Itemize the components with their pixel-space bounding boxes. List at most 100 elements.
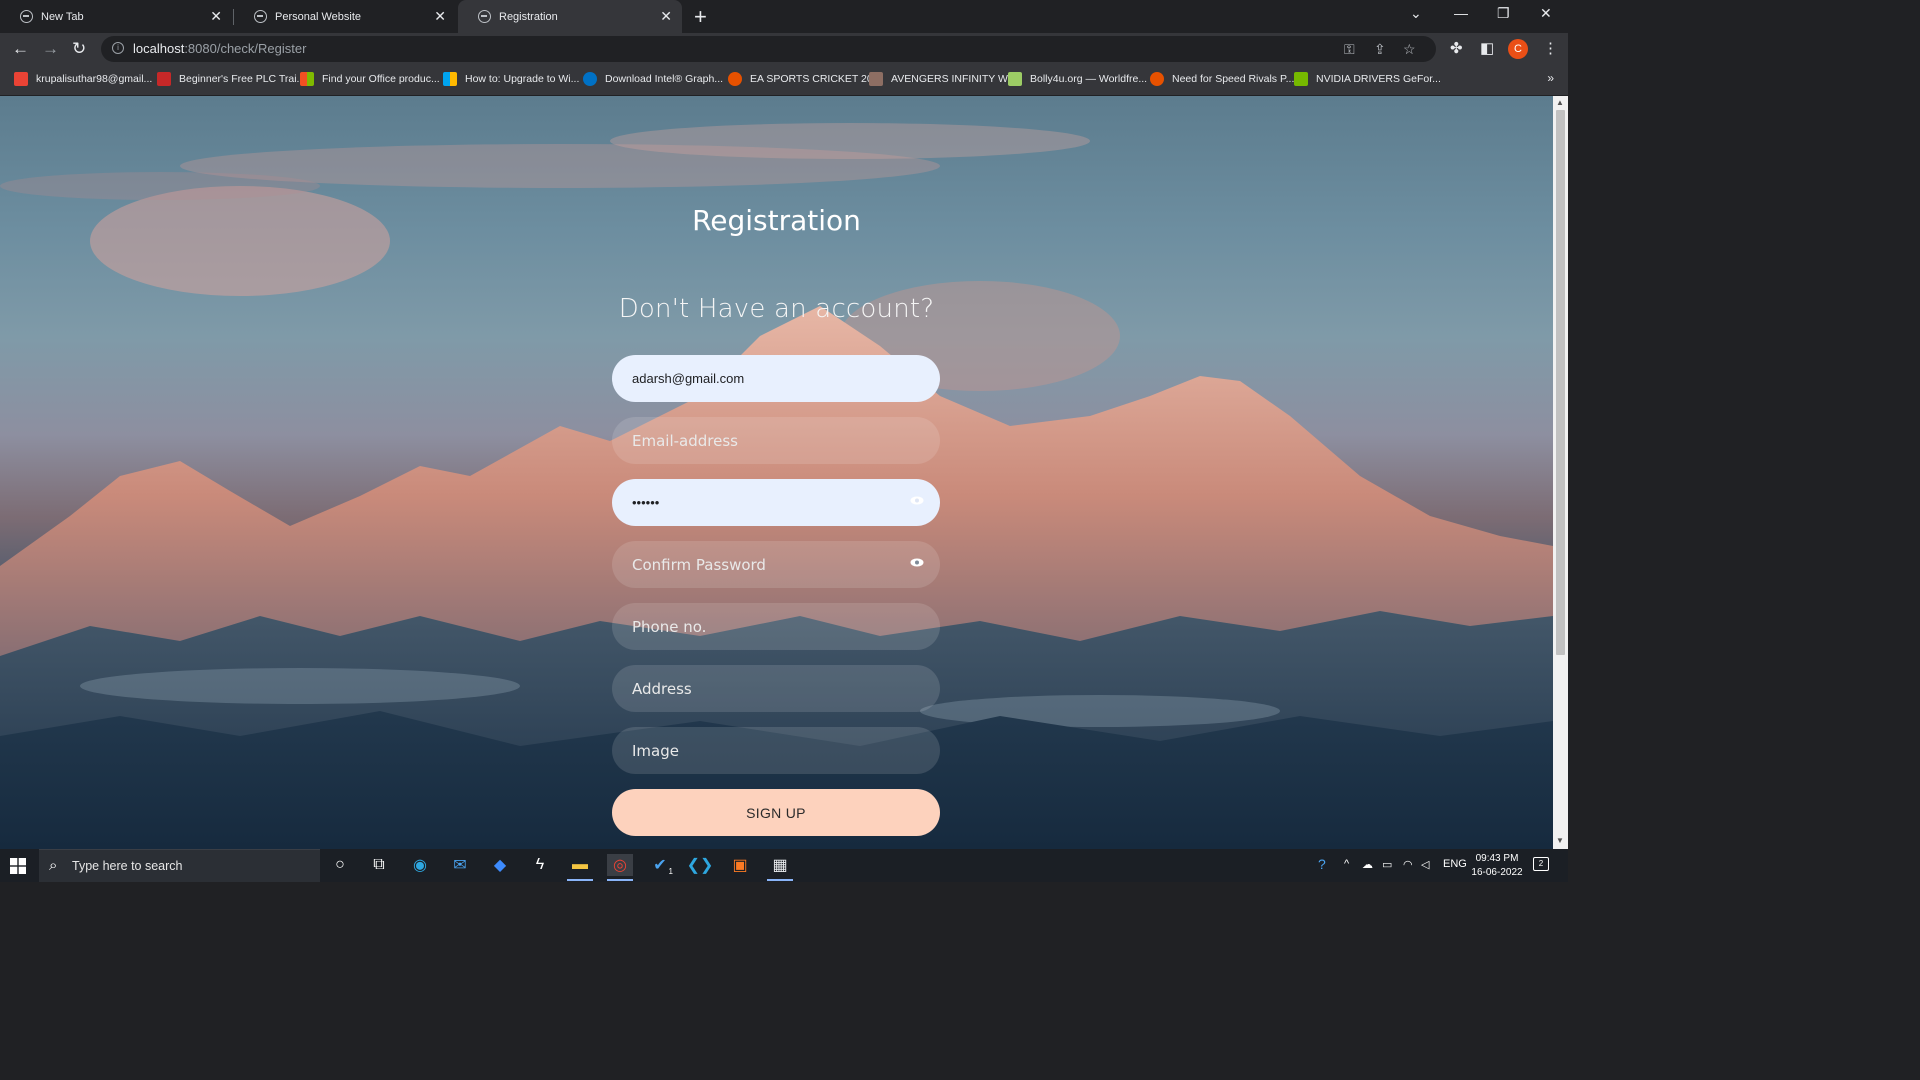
chrome-icon [20, 10, 33, 23]
task-view-icon[interactable]: ⧉ [366, 854, 392, 876]
image-field[interactable]: Image [612, 727, 940, 774]
edge-icon[interactable]: ◉ [407, 854, 433, 876]
bookmark-item[interactable]: NVIDIA DRIVERS GeFor... [1294, 72, 1441, 86]
settings-app-icon[interactable]: ▦ [767, 854, 793, 881]
app-icon[interactable]: ϟ [527, 854, 553, 876]
forward-icon[interactable]: → [42, 39, 59, 59]
language-indicator[interactable]: ENG [1443, 858, 1467, 870]
email-field[interactable]: Email-address [612, 417, 940, 464]
close-icon[interactable]: ✕ [660, 8, 672, 25]
bookmark-item[interactable]: Bolly4u.org — Worldfre... [1008, 72, 1147, 86]
bookmark-item[interactable]: EA SPORTS CRICKET 20... [728, 72, 882, 86]
scroll-down-icon[interactable]: ▼ [1556, 836, 1564, 845]
phone-field[interactable]: Phone no. [612, 603, 940, 650]
key-icon[interactable]: ⚿ [1344, 41, 1355, 58]
globe-icon [254, 10, 267, 23]
extensions-icon[interactable]: ✤ [1450, 39, 1463, 57]
star-icon[interactable]: ☆ [1403, 41, 1416, 58]
new-tab-button[interactable]: + [694, 4, 707, 30]
chrome-taskbar-icon[interactable]: ◎ [607, 854, 633, 881]
bookmark-item[interactable]: Beginner's Free PLC Trai... [157, 72, 305, 86]
plc-icon [157, 72, 171, 86]
address-field[interactable]: Address [612, 665, 940, 712]
volume-icon[interactable]: ◁ [1421, 858, 1429, 871]
vscode-icon[interactable]: ❮❯ [687, 854, 714, 876]
url-text[interactable]: localhost:8080/check/Register [133, 41, 306, 56]
more-bookmarks-icon[interactable]: » [1547, 71, 1554, 85]
back-icon[interactable]: ← [12, 39, 29, 59]
game-icon [728, 72, 742, 86]
tab-title: Registration [499, 10, 558, 23]
minimize-icon[interactable]: — [1454, 5, 1468, 21]
tab-strip: New Tab ✕ Personal Website ✕ Registratio… [0, 0, 1568, 33]
hd-icon [869, 72, 883, 86]
tab-registration[interactable]: Registration ✕ [458, 0, 682, 33]
intel-icon [583, 72, 597, 86]
browser-toolbar: ← → ↻ i localhost:8080/check/Register ⚿ … [0, 33, 1568, 65]
search-placeholder: Type here to search [72, 859, 183, 873]
search-icon: ⌕ [49, 857, 58, 874]
battery-icon[interactable]: ▭ [1382, 858, 1392, 871]
taskbar-search[interactable]: ⌕ Type here to search [39, 849, 320, 882]
password-field[interactable]: •••••• [612, 479, 940, 526]
window-close-icon[interactable]: ✕ [1540, 5, 1552, 22]
tab-new-tab[interactable]: New Tab ✕ [0, 0, 232, 33]
clock[interactable]: 09:43 PM 16-06-2022 [1466, 852, 1528, 880]
windows-start-icon[interactable] [10, 858, 26, 874]
wifi-icon[interactable]: ◠ [1403, 858, 1413, 871]
bookmarks-bar: krupalisuthar98@gmail... Beginner's Free… [0, 65, 1568, 96]
file-explorer-icon[interactable]: ▬ [567, 854, 593, 881]
windows-taskbar: ⌕ Type here to search ○ ⧉ ◉ ✉ ◆ ϟ ▬ ◎ ✔ 1… [0, 849, 1568, 882]
onedrive-icon[interactable]: ☁ [1362, 858, 1373, 871]
clock-date: 16-06-2022 [1471, 867, 1523, 878]
subtitle: Don't Have an account? [618, 294, 935, 324]
game-icon [1150, 72, 1164, 86]
page-scrollbar[interactable]: ▲ ▼ [1553, 96, 1568, 849]
address-bar[interactable]: i localhost:8080/check/Register ⚿ ⇪ ☆ [101, 36, 1436, 62]
eye-icon[interactable] [910, 558, 924, 567]
globe-icon [478, 10, 491, 23]
tab-title: New Tab [41, 10, 84, 23]
close-icon[interactable]: ✕ [434, 8, 446, 25]
confirm-password-field[interactable]: Confirm Password [612, 541, 940, 588]
password-dots: •••••• [632, 495, 660, 510]
microsoft-icon [443, 72, 457, 86]
bookmark-item[interactable]: AVENGERS INFINITY W... [869, 72, 1016, 86]
bookmark-item[interactable]: Need for Speed Rivals P... [1150, 72, 1294, 86]
tab-title: Personal Website [275, 10, 362, 23]
confirm-password-placeholder: Confirm Password [632, 555, 766, 574]
page-viewport: Registration Don't Have an account? adar… [0, 96, 1553, 849]
dropbox-icon[interactable]: ◆ [487, 854, 513, 876]
scroll-up-icon[interactable]: ▲ [1556, 98, 1564, 107]
scroll-thumb[interactable] [1556, 110, 1565, 655]
xampp-icon[interactable]: ▣ [727, 854, 753, 876]
mail-icon[interactable]: ✉ [447, 854, 473, 876]
close-icon[interactable]: ✕ [210, 8, 222, 25]
signup-button[interactable]: SIGN UP [612, 789, 940, 836]
clock-time: 09:43 PM [1475, 853, 1519, 864]
page-title: Registration [692, 204, 861, 237]
menu-icon[interactable]: ⋮ [1543, 39, 1558, 57]
site-info-icon[interactable]: i [112, 42, 124, 54]
username-input[interactable]: adarsh@gmail.com [612, 355, 940, 402]
eye-icon[interactable] [910, 496, 924, 505]
gmail-icon [14, 72, 28, 86]
notification-center-icon[interactable]: 2 [1533, 857, 1549, 871]
reload-icon[interactable]: ↻ [72, 39, 86, 59]
bookmark-item[interactable]: Find your Office produc... [300, 72, 440, 86]
microsoft-icon [300, 72, 314, 86]
bookmark-item[interactable]: krupalisuthar98@gmail... [14, 72, 152, 86]
cortana-icon[interactable]: ○ [327, 854, 353, 876]
share-icon[interactable]: ⇪ [1374, 41, 1386, 58]
profile-avatar[interactable]: C [1508, 39, 1528, 59]
chevron-up-icon[interactable]: ^ [1344, 858, 1349, 870]
todo-icon[interactable]: ✔ 1 [647, 854, 673, 876]
tab-search-icon[interactable]: ⌄ [1410, 5, 1422, 22]
nvidia-icon [1294, 72, 1308, 86]
bookmark-item[interactable]: Download Intel® Graph... [583, 72, 723, 86]
help-icon[interactable]: ? [1318, 856, 1326, 872]
bookmark-item[interactable]: How to: Upgrade to Wi... [443, 72, 579, 86]
tab-personal-website[interactable]: Personal Website ✕ [234, 0, 456, 33]
side-panel-icon[interactable]: ◧ [1480, 39, 1494, 57]
restore-icon[interactable]: ❐ [1497, 5, 1510, 22]
